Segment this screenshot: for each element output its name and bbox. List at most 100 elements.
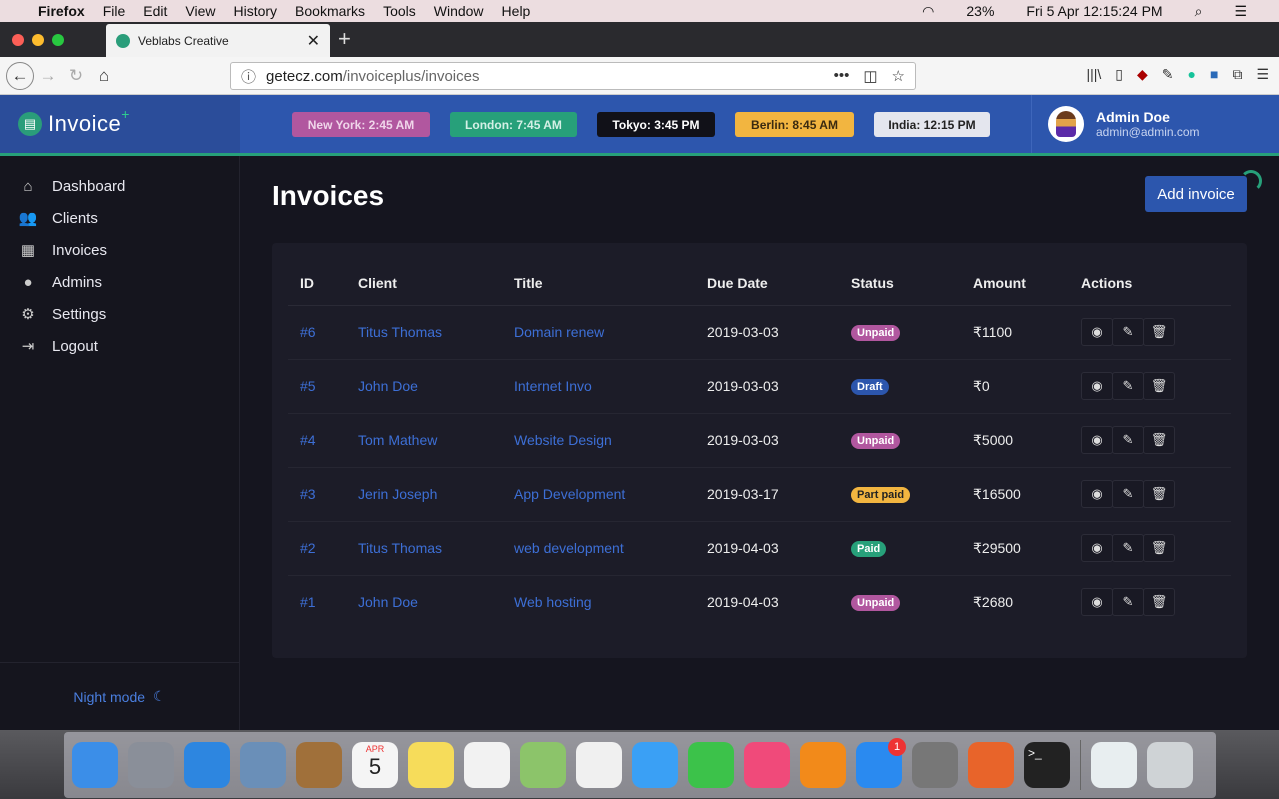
dock-launchpad-icon[interactable] — [128, 742, 174, 788]
dock-notes-icon[interactable] — [408, 742, 454, 788]
dock-app-store-icon[interactable]: 1 — [856, 738, 906, 788]
notification-center-icon[interactable]: ☰ — [1234, 3, 1247, 20]
invoice-id-link[interactable]: #2 — [300, 540, 316, 556]
dock-preview-icon[interactable] — [240, 742, 286, 788]
client-link[interactable]: Titus Thomas — [358, 540, 442, 556]
browser-tab[interactable]: Veblabs Creative ✕ — [106, 24, 330, 57]
menu-view[interactable]: View — [185, 3, 215, 19]
sidebar-item-admins[interactable]: ● Admins — [0, 266, 239, 298]
menu-history[interactable]: History — [233, 3, 277, 19]
dock-system-preferences-icon[interactable] — [912, 742, 958, 788]
delete-button[interactable]: 🗑 — [1143, 426, 1175, 454]
invoice-id-link[interactable]: #5 — [300, 378, 316, 394]
zoom-window-button[interactable] — [52, 34, 64, 46]
client-link[interactable]: John Doe — [358, 594, 418, 610]
minimize-window-button[interactable] — [32, 34, 44, 46]
menu-icon[interactable]: ☰ — [1256, 66, 1269, 83]
title-link[interactable]: Web hosting — [514, 594, 592, 610]
edit-button[interactable]: ✎ — [1112, 534, 1144, 562]
menu-window[interactable]: Window — [434, 3, 484, 19]
view-button[interactable]: ◉ — [1081, 372, 1113, 400]
dock-messages-icon[interactable] — [632, 742, 678, 788]
sidebar-item-dashboard[interactable]: ⌂ Dashboard — [0, 170, 239, 202]
title-link[interactable]: Internet Invo — [514, 378, 592, 394]
info-icon[interactable]: ⓘ — [241, 66, 256, 87]
view-button[interactable]: ◉ — [1081, 588, 1113, 617]
wifi-icon[interactable]: ◠ — [922, 3, 934, 20]
ublock-icon[interactable]: ◆ — [1137, 66, 1148, 83]
user-profile[interactable]: Admin Doe admin@admin.com — [1031, 95, 1200, 153]
reload-icon[interactable]: ↻ — [62, 62, 90, 90]
edit-button[interactable]: ✎ — [1112, 480, 1144, 508]
sidebar-icon[interactable]: ▯ — [1115, 66, 1123, 83]
dock-finder-icon[interactable] — [72, 742, 118, 788]
sidebar-item-invoices[interactable]: ▦ Invoices — [0, 234, 239, 266]
dock-books-icon[interactable] — [800, 742, 846, 788]
library-icon[interactable]: |||\ — [1086, 66, 1101, 83]
close-tab-icon[interactable]: ✕ — [307, 31, 320, 51]
edit-button[interactable]: ✎ — [1112, 372, 1144, 400]
forward-icon[interactable]: → — [34, 62, 62, 90]
battery-percent[interactable]: 23% — [966, 3, 994, 20]
grammarly-icon[interactable]: ● — [1188, 66, 1196, 83]
title-link[interactable]: web development — [514, 540, 624, 556]
sidebar-item-settings[interactable]: ⚙ Settings — [0, 298, 239, 330]
title-link[interactable]: Domain renew — [514, 324, 604, 340]
view-button[interactable]: ◉ — [1081, 318, 1113, 346]
menu-file[interactable]: File — [103, 3, 126, 19]
delete-button[interactable]: 🗑 — [1143, 534, 1175, 562]
client-link[interactable]: Tom Mathew — [358, 432, 437, 448]
sidebar-item-logout[interactable]: ⇥ Logout — [0, 330, 239, 362]
pocket-icon[interactable]: ◫ — [863, 67, 877, 85]
dock-safari-icon[interactable] — [184, 742, 230, 788]
menu-help[interactable]: Help — [502, 3, 531, 19]
add-invoice-button[interactable]: Add invoice — [1145, 176, 1247, 212]
edit-button[interactable]: ✎ — [1112, 318, 1144, 346]
menu-app[interactable]: Firefox — [38, 3, 85, 19]
dock-reminders-icon[interactable] — [464, 742, 510, 788]
invoice-id-link[interactable]: #1 — [300, 594, 316, 610]
dock-maps-icon[interactable] — [520, 742, 566, 788]
view-button[interactable]: ◉ — [1081, 480, 1113, 508]
dock-contacts-icon[interactable] — [296, 742, 342, 788]
delete-button[interactable]: 🗑 — [1143, 480, 1175, 508]
view-button[interactable]: ◉ — [1081, 534, 1113, 562]
dock-firefox-icon[interactable] — [968, 742, 1014, 788]
invoice-id-link[interactable]: #4 — [300, 432, 316, 448]
edit-button[interactable]: ✎ — [1112, 588, 1144, 617]
night-mode-toggle[interactable]: Night mode ☾ — [0, 662, 239, 730]
invoice-id-link[interactable]: #6 — [300, 324, 316, 340]
delete-button[interactable]: 🗑 — [1143, 372, 1175, 400]
client-link[interactable]: Titus Thomas — [358, 324, 442, 340]
menu-bookmarks[interactable]: Bookmarks — [295, 3, 365, 19]
home-icon[interactable]: ⌂ — [90, 62, 118, 90]
dock-downloads-icon[interactable] — [1091, 742, 1137, 788]
extension-s-icon[interactable]: ■ — [1210, 66, 1218, 83]
new-tab-icon[interactable]: + — [338, 26, 351, 52]
invoice-id-link[interactable]: #3 — [300, 486, 316, 502]
eyedropper-icon[interactable]: ✎ — [1162, 66, 1174, 83]
title-link[interactable]: Website Design — [514, 432, 612, 448]
spotlight-icon[interactable]: ⌕ — [1195, 3, 1203, 20]
menu-tools[interactable]: Tools — [383, 3, 416, 19]
delete-button[interactable]: 🗑 — [1143, 318, 1175, 346]
more-icon[interactable]: ••• — [834, 67, 850, 85]
dock-trash-icon[interactable] — [1147, 742, 1193, 788]
clock[interactable]: Fri 5 Apr 12:15:24 PM — [1026, 3, 1162, 20]
sidebar-item-clients[interactable]: 👥 Clients — [0, 202, 239, 234]
close-window-button[interactable] — [12, 34, 24, 46]
back-icon[interactable]: ← — [6, 61, 34, 90]
url-bar[interactable]: ⓘ getecz.com/invoiceplus/invoices ••• ◫ ☆ — [230, 62, 916, 90]
edit-button[interactable]: ✎ — [1112, 426, 1144, 454]
logo[interactable]: ▤ Invoice + — [0, 95, 240, 153]
dock-itunes-icon[interactable] — [744, 742, 790, 788]
client-link[interactable]: John Doe — [358, 378, 418, 394]
dock-calendar-icon[interactable]: APR 5 — [352, 742, 398, 788]
screenshot-icon[interactable]: ⧉ — [1232, 66, 1242, 83]
title-link[interactable]: App Development — [514, 486, 625, 502]
client-link[interactable]: Jerin Joseph — [358, 486, 437, 502]
bookmark-star-icon[interactable]: ☆ — [892, 67, 905, 85]
dock-terminal-icon[interactable]: >_ — [1024, 742, 1070, 788]
dock-facetime-icon[interactable] — [688, 742, 734, 788]
menu-edit[interactable]: Edit — [143, 3, 167, 19]
